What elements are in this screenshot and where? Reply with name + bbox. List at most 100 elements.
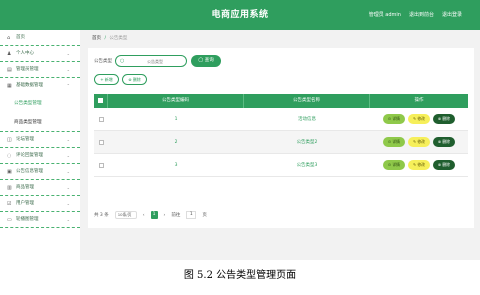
sidebar-item-label: 公告信息管理 (16, 168, 43, 174)
sidebar-item-label: 管理员管理 (16, 66, 39, 72)
delete-button[interactable]: ⊗ 删除 (433, 137, 455, 147)
cell-code: 3 (174, 162, 178, 168)
feedback-icon: ◌ (7, 152, 12, 159)
delete-label: 删除 (442, 139, 450, 144)
goto-page-input[interactable]: 1 (186, 211, 197, 219)
table-row: 2 公告类型2 ⊙ 详情 ✎ 修改 ⊗ 删除 (94, 131, 468, 154)
search-button[interactable]: ◯ 查询 (191, 55, 221, 67)
sidebar-item-admin[interactable]: ▤ 管理员管理 ⌄ (0, 62, 80, 78)
cell-code: 1 (174, 116, 178, 122)
row-actions: ⊙ 详情 ✎ 修改 ⊗ 删除 (370, 114, 468, 124)
sidebar-item-home[interactable]: ⌂ 首页 (0, 30, 80, 46)
goto-unit: 页 (202, 213, 207, 218)
breadcrumb: 首页 / 公告类型 (84, 30, 476, 48)
sidebar-item-products[interactable]: ▥ 商品管理 ⌄ (0, 180, 80, 196)
column-header-actions: 操作 (414, 98, 424, 103)
row-check-cell (94, 162, 108, 168)
row-checkbox[interactable] (98, 116, 104, 122)
page-size-select[interactable]: 10条/页 (114, 211, 137, 219)
breadcrumb-separator: / (104, 36, 106, 41)
admin-icon: ▤ (7, 66, 12, 73)
user-icon: ♟ (7, 50, 12, 57)
table-row: 3 公告类型3 ⊙ 详情 ✎ 修改 ⊗ 删除 (94, 154, 468, 177)
row-actions: ⊙ 详情 ✎ 修改 ⊗ 删除 (370, 137, 468, 147)
bulk-delete-button[interactable]: ⊗ 删除 (122, 74, 147, 85)
back-to-frontend-link[interactable]: 退出到前台 (409, 0, 434, 30)
prev-page-button[interactable]: ‹ (143, 213, 145, 218)
logout-link[interactable]: 退出登录 (442, 0, 462, 30)
table-row: 1 活动信息 ⊙ 详情 ✎ 修改 ⊗ 删除 (94, 108, 468, 131)
row-check-cell (94, 116, 108, 122)
search-row: 公告类型 ○ ◯ 查询 (94, 54, 221, 68)
select-all-checkbox[interactable] (98, 98, 103, 103)
edit-button[interactable]: ✎ 修改 (408, 137, 430, 147)
sidebar-item-comments[interactable]: ◌ 评论回复管理 ⌄ (0, 148, 80, 164)
cell-name: 公告类型2 (296, 140, 318, 145)
delete-label: 删除 (442, 116, 450, 121)
content-panel: 公告类型 ○ ◯ 查询 + 新增 ⊗ 删除 公告类型编码 (88, 48, 474, 228)
chevron-down-icon: ⌄ (66, 152, 70, 158)
chevron-up-icon: ⌃ (66, 83, 70, 88)
search-button-label: 查询 (204, 58, 214, 63)
goto-label: 前往 (171, 213, 181, 218)
current-user-label: 管理员 admin (368, 12, 401, 18)
edit-label: 修改 (417, 162, 425, 167)
search-field[interactable]: ○ (115, 55, 187, 67)
cell-name: 公告类型3 (296, 163, 318, 168)
detail-label: 详情 (392, 116, 400, 121)
page-number-current[interactable]: 1 (150, 211, 158, 219)
chevron-down-icon: ⌄ (66, 50, 70, 56)
cell-name: 活动信息 (298, 117, 316, 122)
detail-button[interactable]: ⊙ 详情 (383, 160, 405, 170)
sidebar-item-label: 首页 (16, 34, 25, 40)
sidebar-item-label: 基础数据管理 (16, 83, 43, 88)
submenu-product-type[interactable]: 商品类型管理 (0, 113, 80, 132)
delete-button[interactable]: ⊗ 删除 (433, 160, 455, 170)
notice-icon: ◫ (7, 136, 12, 143)
sidebar-item-announcements[interactable]: ▣ 公告信息管理 ⌄ (0, 164, 80, 180)
edit-button[interactable]: ✎ 修改 (408, 160, 430, 170)
sidebar-item-base-data[interactable]: ▦ 基础数据管理 ⌃ (0, 78, 80, 94)
sidebar-item-label: 轮播图管理 (16, 216, 39, 222)
customer-icon: ☑ (7, 200, 12, 207)
table-header: 公告类型编码 公告类型名称 操作 (94, 94, 468, 108)
sidebar-item-carousel[interactable]: ▭ 轮播图管理 ⌄ (0, 212, 80, 228)
row-actions: ⊙ 详情 ✎ 修改 ⊗ 删除 (370, 160, 468, 170)
edit-label: 修改 (417, 139, 425, 144)
sidebar-item-label: 评论回复管理 (16, 152, 43, 158)
sidebar-item-label: 商品管理 (16, 184, 34, 190)
data-icon: ▦ (7, 83, 12, 89)
next-page-button[interactable]: › (164, 213, 166, 218)
breadcrumb-current: 公告类型 (109, 36, 128, 41)
pagination: 共 3 条 10条/页 ‹ 1 › 前往 1 页 (94, 211, 207, 219)
chevron-down-icon: ⌄ (66, 184, 70, 190)
search-input[interactable] (130, 57, 180, 65)
detail-label: 详情 (392, 162, 400, 167)
carousel-icon: ▭ (7, 216, 12, 223)
row-checkbox[interactable] (98, 162, 104, 168)
row-check-cell (94, 139, 108, 145)
chevron-down-icon: ⌄ (66, 136, 70, 142)
detail-button[interactable]: ⊙ 详情 (383, 114, 405, 124)
sidebar-item-profile[interactable]: ♟ 个人中心 ⌄ (0, 46, 80, 62)
sidebar-item-users[interactable]: ☑ 用户管理 ⌄ (0, 196, 80, 212)
app-window: 电商应用系统 管理员 admin 退出到前台 退出登录 ⌂ 首页 ♟ 个人中心 … (0, 0, 480, 260)
top-bar: 电商应用系统 管理员 admin 退出到前台 退出登录 (0, 0, 480, 30)
delete-button[interactable]: ⊗ 删除 (433, 114, 455, 124)
sidebar-item-label: 论坛管理 (16, 136, 34, 142)
detail-button[interactable]: ⊙ 详情 (383, 137, 405, 147)
breadcrumb-home[interactable]: 首页 (92, 36, 101, 41)
bulk-delete-label: 删除 (132, 77, 141, 82)
row-checkbox[interactable] (98, 139, 104, 145)
sidebar-item-forum[interactable]: ◫ 论坛管理 ⌄ (0, 132, 80, 148)
edit-button[interactable]: ✎ 修改 (408, 114, 430, 124)
delete-label: 删除 (442, 162, 450, 167)
add-button[interactable]: + 新增 (94, 74, 119, 85)
home-icon: ⌂ (7, 34, 11, 41)
main-content: 首页 / 公告类型 公告类型 ○ ◯ 查询 + 新增 ⊗ 删除 (84, 30, 476, 260)
search-label: 公告类型 (94, 59, 112, 64)
announcement-icon: ▣ (7, 168, 12, 175)
column-header-name: 公告类型名称 (244, 94, 370, 108)
sidebar: ⌂ 首页 ♟ 个人中心 ⌄ ▤ 管理员管理 ⌄ ▦ 基础数据管理 ⌃ 公告类型管… (0, 30, 80, 260)
submenu-notice-type[interactable]: 公告类型管理 (0, 94, 80, 113)
